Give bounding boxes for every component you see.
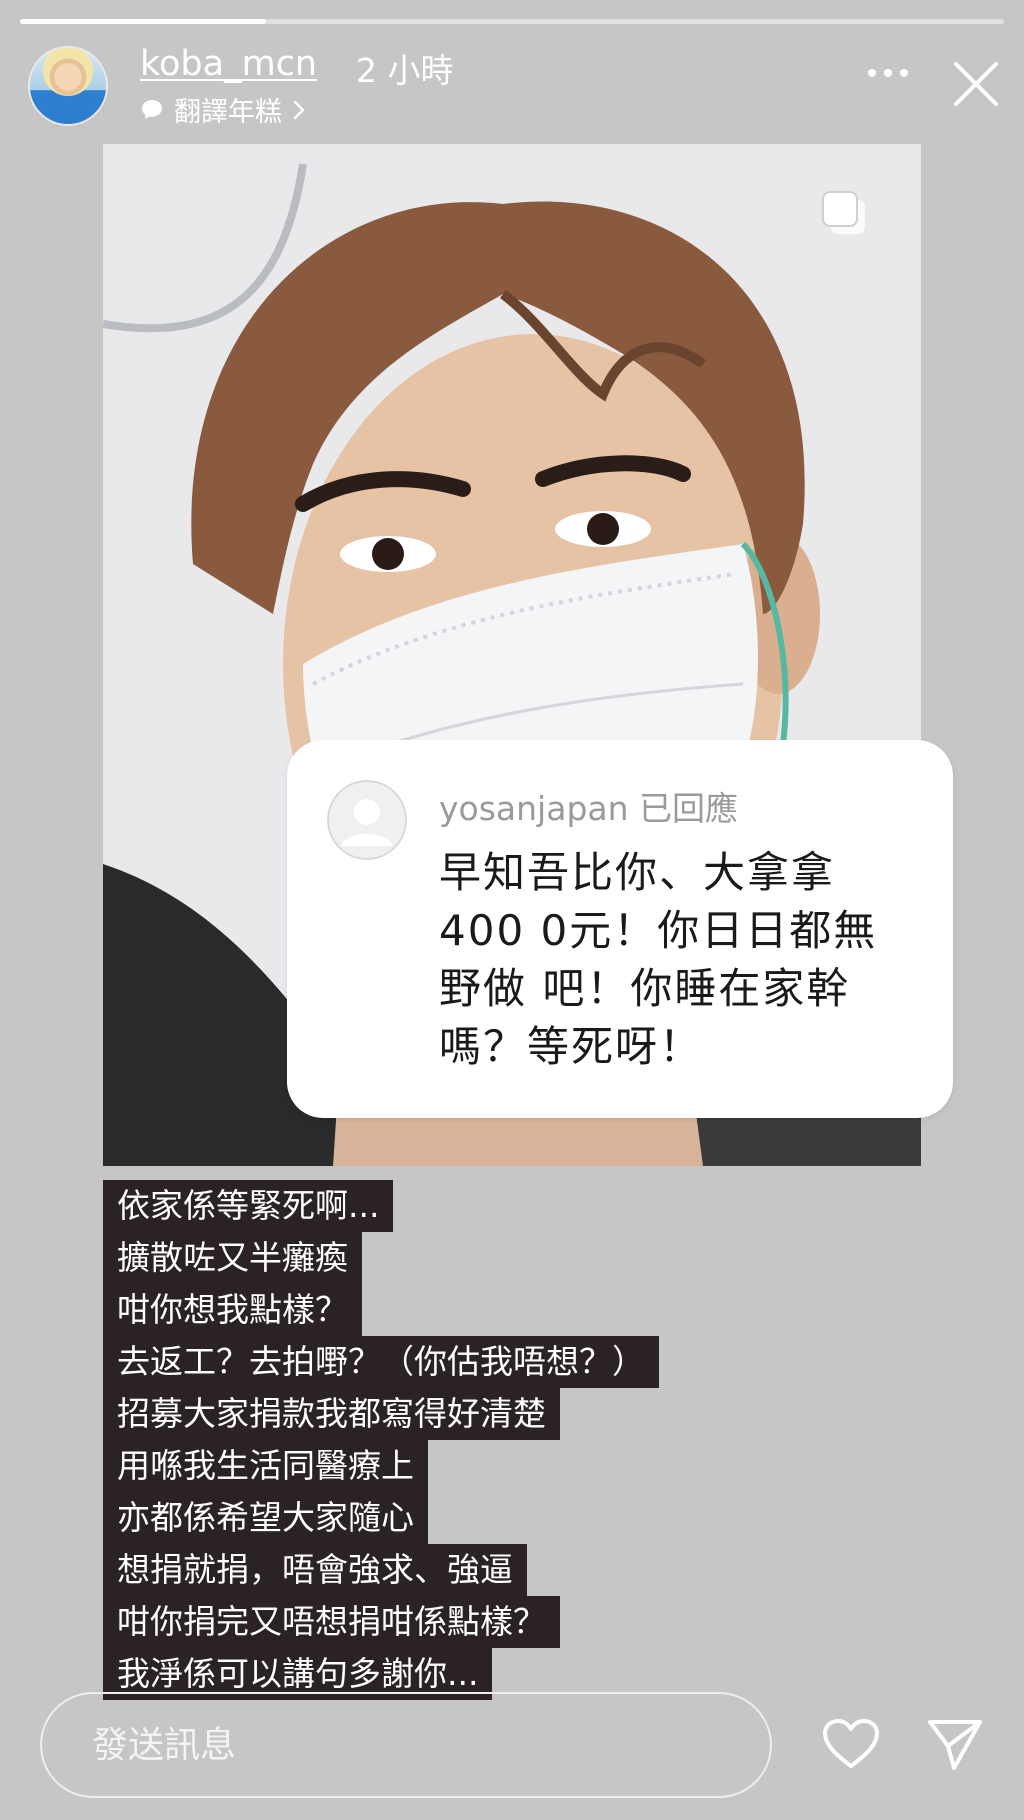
timestamp: 2 小時 bbox=[356, 51, 454, 90]
story-progress-fill bbox=[20, 19, 266, 24]
reply-header: yosanjapan 已回應 bbox=[439, 789, 739, 828]
caption-line: 咁你捐完又唔想捐咁係點樣？ bbox=[103, 1596, 560, 1648]
avatar[interactable] bbox=[28, 46, 108, 126]
caption-block: 依家係等緊死啊... 擴散咗又半癱瘓 咁你想我點樣？ 去返工？去拍嘢？（你估我唔… bbox=[103, 1180, 659, 1700]
caption-line: 擴散咗又半癱瘓 bbox=[103, 1232, 362, 1284]
close-icon[interactable] bbox=[952, 60, 1000, 108]
caption-line: 招募大家捐款我都寫得好清楚 bbox=[103, 1388, 560, 1440]
heart-icon[interactable] bbox=[822, 1718, 880, 1770]
caption-line: 想捐就捐，唔會強求、強逼 bbox=[103, 1544, 527, 1596]
message-input[interactable] bbox=[40, 1692, 772, 1798]
caption-line: 亦都係希望大家隨心 bbox=[103, 1492, 428, 1544]
chevron-right-icon bbox=[293, 100, 305, 119]
caption-line: 去返工？去拍嘢？（你估我唔想？） bbox=[103, 1336, 659, 1388]
send-icon[interactable] bbox=[926, 1716, 984, 1772]
chat-bubble-icon bbox=[142, 99, 162, 119]
copy-icon[interactable] bbox=[817, 186, 873, 242]
reply-card: yosanjapan 已回應 早知吾比你、大拿拿400 0元！你日日都無野做 吧… bbox=[287, 740, 953, 1118]
reply-text: 早知吾比你、大拿拿400 0元！你日日都無野做 吧！你睡在家幹嗎？等死呀！ bbox=[439, 848, 878, 1071]
story-progress-bar bbox=[20, 19, 1004, 24]
more-icon[interactable] bbox=[866, 66, 910, 80]
caption-line: 依家係等緊死啊... bbox=[103, 1180, 394, 1232]
caption-line: 咁你想我點樣？ bbox=[103, 1284, 362, 1336]
subtitle-text: 翻譯年糕 bbox=[174, 97, 282, 128]
caption-line: 用喺我生活同醫療上 bbox=[103, 1440, 428, 1492]
translation-link[interactable]: 翻譯年糕 bbox=[140, 90, 306, 129]
username[interactable]: koba_mcn bbox=[140, 44, 317, 84]
story-header: koba_mcn 2 小時 翻譯年糕 bbox=[28, 42, 1000, 128]
default-avatar-icon bbox=[327, 780, 407, 860]
